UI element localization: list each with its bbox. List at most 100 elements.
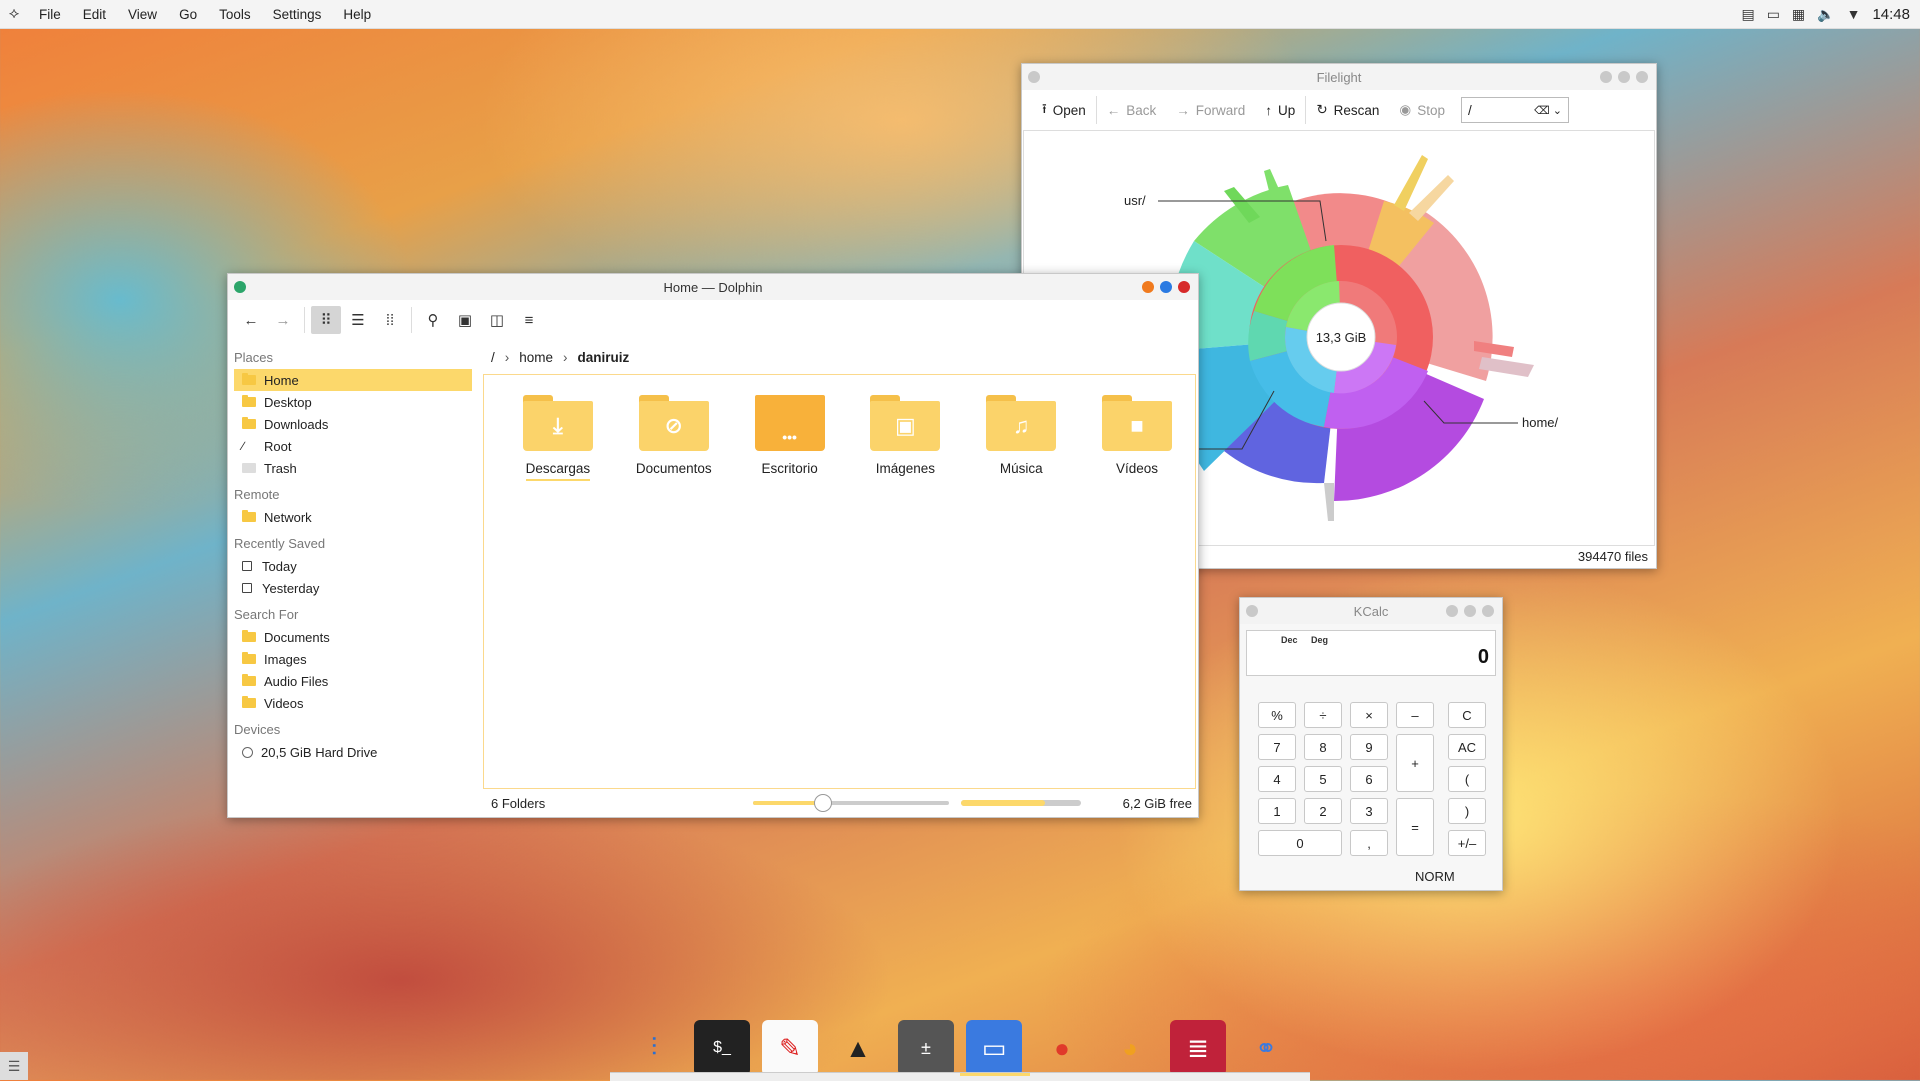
window-menu-icon[interactable] <box>234 281 246 293</box>
menu-edit[interactable]: Edit <box>72 7 117 22</box>
open-button[interactable]: ⭱ Open <box>1032 99 1096 122</box>
maximize-button[interactable] <box>1160 281 1172 293</box>
volume-icon[interactable]: 🔈 <box>1817 6 1834 23</box>
text-editor-icon[interactable]: ✎ <box>762 1020 818 1076</box>
key-6[interactable]: 6 <box>1350 766 1388 792</box>
sidebar-item-today[interactable]: Today <box>234 555 472 577</box>
sidebar-item-videos[interactable]: Videos <box>234 692 472 714</box>
sidebar-item-home[interactable]: Home <box>234 369 472 391</box>
breadcrumb-root[interactable]: / <box>491 350 495 365</box>
key-minus[interactable]: – <box>1396 702 1434 728</box>
zoom-slider[interactable] <box>753 794 949 812</box>
minimize-button[interactable] <box>1600 71 1612 83</box>
app-launcher-icon[interactable]: ⟡ <box>0 5 28 23</box>
display-icon[interactable]: ▭ <box>1767 6 1780 23</box>
spike[interactable] <box>1324 483 1334 521</box>
sidebar-item-hard-drive[interactable]: 20,5 GiB Hard Drive <box>234 741 472 763</box>
window-menu-icon[interactable] <box>1246 605 1258 617</box>
file-manager-icon[interactable]: ▭ <box>966 1020 1022 1076</box>
hamburger-menu-icon[interactable]: ≡ <box>514 306 544 334</box>
key-4[interactable]: 4 <box>1258 766 1296 792</box>
key-plus-minus[interactable]: +/– <box>1448 830 1486 856</box>
sidebar-item-trash[interactable]: Trash <box>234 457 472 479</box>
breadcrumb-home[interactable]: home <box>519 350 553 365</box>
kcalc-titlebar[interactable]: KCalc <box>1240 598 1502 624</box>
zoom-slider-handle[interactable] <box>813 794 832 812</box>
minimize-button[interactable] <box>1142 281 1154 293</box>
sidebar-item-root[interactable]: ∕ Root <box>234 435 472 457</box>
menu-view[interactable]: View <box>117 7 168 22</box>
sidebar-item-desktop[interactable]: Desktop <box>234 391 472 413</box>
show-desktop-icon[interactable]: ☰ <box>0 1052 28 1080</box>
sidebar-item-images[interactable]: Images <box>234 648 472 670</box>
menu-settings[interactable]: Settings <box>262 7 333 22</box>
document-viewer-icon[interactable]: ≣ <box>1170 1020 1226 1076</box>
menu-tools[interactable]: Tools <box>208 7 262 22</box>
key-1[interactable]: 1 <box>1258 798 1296 824</box>
folder-item[interactable]: ♫ Música <box>963 395 1079 481</box>
sidebar-item-downloads[interactable]: Downloads <box>234 413 472 435</box>
tray-expand-icon[interactable]: ▼ <box>1847 6 1861 22</box>
back-button[interactable]: ← Back <box>1097 103 1167 118</box>
key-percent[interactable]: % <box>1258 702 1296 728</box>
path-combobox[interactable]: / ⌫ ⌄ <box>1460 97 1569 123</box>
compact-view-icon[interactable]: ☰ <box>343 306 373 334</box>
key-open-paren[interactable]: ( <box>1448 766 1486 792</box>
key-clear[interactable]: C <box>1448 702 1486 728</box>
icons-view-icon[interactable]: ⠿ <box>311 306 341 334</box>
rescan-button[interactable]: ↻ Rescan <box>1306 102 1389 118</box>
sidebar-item-network[interactable]: Network <box>234 506 472 528</box>
key-0[interactable]: 0 <box>1258 830 1342 856</box>
key-5[interactable]: 5 <box>1304 766 1342 792</box>
terminal-icon[interactable]: $_ <box>694 1020 750 1076</box>
key-8[interactable]: 8 <box>1304 734 1342 760</box>
dolphin-titlebar[interactable]: Home — Dolphin <box>228 274 1198 300</box>
notes-icon[interactable]: ▦ <box>1792 6 1805 23</box>
folder-item[interactable]: ⊘ Documentos <box>616 395 732 481</box>
folder-item[interactable]: ■ Vídeos <box>1079 395 1195 481</box>
key-comma[interactable]: , <box>1350 830 1388 856</box>
close-button[interactable] <box>1178 281 1190 293</box>
sidebar-item-audio[interactable]: Audio Files <box>234 670 472 692</box>
key-divide[interactable]: ÷ <box>1304 702 1342 728</box>
mixer-icon[interactable]: ⫶ <box>626 1020 682 1076</box>
menu-go[interactable]: Go <box>168 7 208 22</box>
key-9[interactable]: 9 <box>1350 734 1388 760</box>
split-view-icon[interactable]: ◫ <box>482 306 512 334</box>
details-view-icon[interactable]: ⁞⁞ <box>375 306 405 334</box>
steam-icon[interactable]: ⚭ <box>1238 1020 1294 1076</box>
menu-file[interactable]: File <box>28 7 72 22</box>
key-equals[interactable]: = <box>1396 798 1434 856</box>
key-all-clear[interactable]: AC <box>1448 734 1486 760</box>
clipboard-icon[interactable]: ▤ <box>1741 6 1754 23</box>
forward-arrow-icon[interactable]: → <box>268 306 298 334</box>
clear-input-icon[interactable]: ⌫ ⌄ <box>1534 104 1562 117</box>
folder-item[interactable]: ▣ Imágenes <box>847 395 963 481</box>
filelight-titlebar[interactable]: Filelight <box>1022 64 1656 90</box>
back-arrow-icon[interactable]: ← <box>236 306 266 334</box>
menu-help[interactable]: Help <box>332 7 382 22</box>
maximize-button[interactable] <box>1464 605 1476 617</box>
breadcrumb-current[interactable]: daniruiz <box>578 350 630 365</box>
folder-item[interactable]: ••• Escritorio <box>732 395 848 481</box>
file-view[interactable]: ⤓ Descargas ⊘ Documentos ••• Escritorio … <box>483 374 1196 789</box>
close-button[interactable] <box>1482 605 1494 617</box>
close-button[interactable] <box>1636 71 1648 83</box>
minimize-button[interactable] <box>1446 605 1458 617</box>
key-7[interactable]: 7 <box>1258 734 1296 760</box>
search-icon[interactable]: ⚲ <box>418 306 448 334</box>
firefox-icon[interactable]: ● <box>1034 1020 1090 1076</box>
key-multiply[interactable]: × <box>1350 702 1388 728</box>
sidebar-item-documents[interactable]: Documents <box>234 626 472 648</box>
stop-button[interactable]: ◉ Stop <box>1389 102 1455 118</box>
forward-button[interactable]: → Forward <box>1166 103 1255 118</box>
folder-item[interactable]: ⤓ Descargas <box>500 395 616 481</box>
inkscape-icon[interactable]: ▲ <box>830 1020 886 1076</box>
key-plus[interactable]: + <box>1396 734 1434 792</box>
maximize-button[interactable] <box>1618 71 1630 83</box>
up-button[interactable]: ↑ Up <box>1255 103 1305 118</box>
calculator-icon[interactable]: ± <box>898 1020 954 1076</box>
filelight-icon[interactable]: ◕ <box>1102 1020 1158 1076</box>
window-menu-icon[interactable] <box>1028 71 1040 83</box>
key-2[interactable]: 2 <box>1304 798 1342 824</box>
